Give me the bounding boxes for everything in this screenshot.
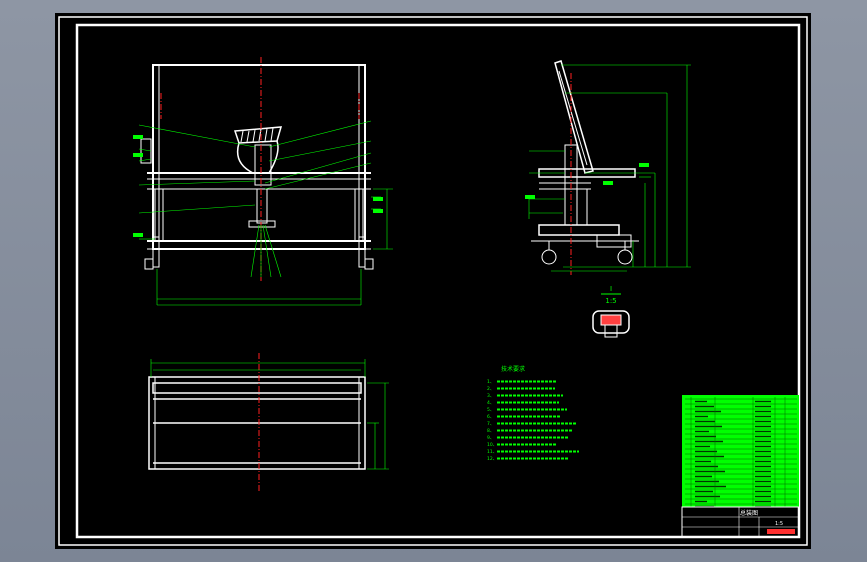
front-dimensions xyxy=(156,188,393,306)
note-item: 11、 xyxy=(487,449,497,455)
technical-notes: 技术要求 1、2、3、4、5、6、7、8、9、10、11、12、 xyxy=(487,365,579,462)
note-item: 9、 xyxy=(487,435,494,441)
drawing-sheet: I 1:5 技术要求 1、 2、 3、 4、 5、 6、 7、 8、 9、 10… xyxy=(55,13,811,549)
note-item: 5、 xyxy=(487,407,494,413)
wheel-right xyxy=(617,249,633,265)
note-item: 4、 xyxy=(487,400,494,406)
note-item: 6、 xyxy=(487,414,494,420)
note-item: 12、 xyxy=(487,456,497,462)
plan-dimensions xyxy=(150,359,389,470)
wheel-left xyxy=(541,249,557,265)
plan-view xyxy=(148,353,389,491)
side-dimensions xyxy=(528,64,691,272)
drawing-canvas: I 1:5 技术要求 1、2、3、4、5、6、7、8、9、10、11、12、 总… xyxy=(58,16,808,546)
detail-scale-label: 1:5 xyxy=(605,297,616,305)
note-item: 7、 xyxy=(487,421,494,427)
front-leaders xyxy=(138,120,372,278)
detail-section: I 1:5 xyxy=(592,285,630,338)
note-item: 8、 xyxy=(487,428,494,434)
note-item: 2、 xyxy=(487,386,494,392)
note-item: 1、 xyxy=(487,379,494,385)
cad-viewport: I 1:5 技术要求 1、 2、 3、 4、 5、 6、 7、 8、 9、 10… xyxy=(0,0,867,562)
side-view xyxy=(528,60,691,275)
detail-label-top: I xyxy=(610,285,612,293)
title-block-scale: 1:5 xyxy=(775,521,783,527)
part-number-labels xyxy=(133,135,649,237)
title-block: 总装图 1:5 xyxy=(681,395,800,538)
notes-title: 技术要求 xyxy=(501,365,525,373)
note-item: 3、 xyxy=(487,393,494,399)
note-item: 10、 xyxy=(487,442,497,448)
front-view xyxy=(138,57,393,306)
title-block-drawing-title: 总装图 xyxy=(740,509,758,517)
